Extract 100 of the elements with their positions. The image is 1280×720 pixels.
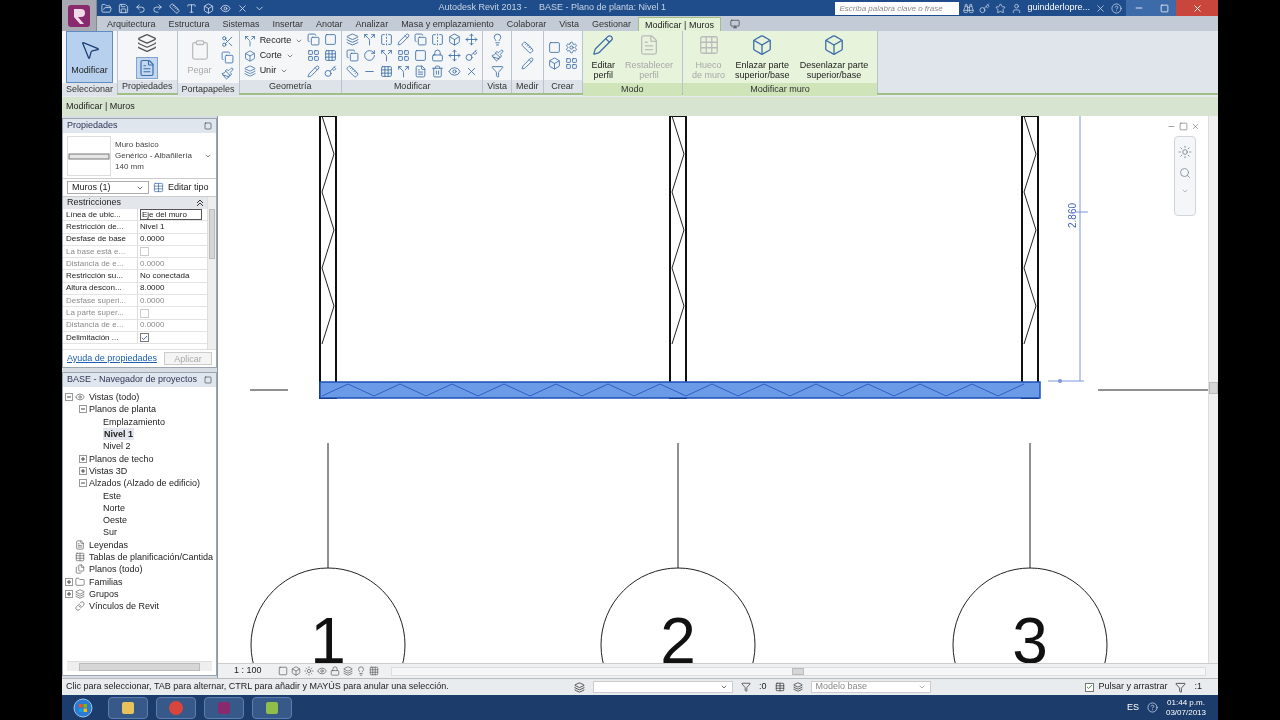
restore-icon[interactable] — [204, 122, 212, 130]
move-icon[interactable] — [448, 49, 462, 62]
mirror-icon[interactable] — [380, 33, 394, 46]
grid-icon[interactable] — [368, 666, 379, 676]
ribbon-button[interactable]: Editar perfil — [586, 31, 621, 83]
key-icon[interactable] — [979, 2, 991, 14]
grid-icon[interactable] — [380, 65, 394, 78]
properties-icon[interactable] — [138, 58, 157, 77]
scrollbar[interactable] — [207, 197, 216, 349]
tree-item[interactable]: Emplazamiento — [103, 415, 166, 428]
ribbon-button[interactable]: Recorte — [243, 34, 304, 47]
type-selector[interactable]: Muro básico Genérico - Albañilería 140 mm — [63, 133, 216, 179]
collapse-icon[interactable] — [79, 479, 87, 488]
array-icon[interactable] — [397, 49, 411, 62]
tree-item[interactable]: Familias — [89, 575, 123, 588]
restore-icon[interactable] — [204, 376, 212, 384]
ribbon-button[interactable]: Modificar — [66, 31, 113, 83]
paintbrush-icon[interactable] — [490, 49, 504, 62]
undo-icon[interactable] — [135, 2, 146, 14]
ribbon-button[interactable]: Desenlazar parte superior/base — [794, 31, 874, 83]
eye-icon[interactable] — [220, 2, 231, 14]
rotate-icon[interactable] — [363, 49, 377, 62]
folder-icon[interactable] — [101, 2, 112, 14]
split-icon[interactable] — [397, 65, 411, 78]
taskbar-button[interactable] — [156, 696, 196, 719]
lightbulb-icon[interactable] — [355, 666, 366, 676]
minimize-button[interactable] — [1126, 0, 1152, 16]
grid-icon[interactable] — [564, 57, 578, 70]
ribbon-tab[interactable]: Analizar — [349, 17, 395, 31]
square-icon[interactable] — [324, 33, 338, 46]
pencil-icon[interactable] — [397, 33, 411, 46]
property-checkbox[interactable] — [140, 333, 149, 343]
filter-icon[interactable] — [1175, 681, 1187, 693]
copy-icon[interactable] — [307, 33, 321, 46]
save-icon[interactable] — [118, 2, 129, 14]
delete-icon[interactable] — [431, 65, 445, 78]
grid-bubble[interactable] — [250, 442, 406, 663]
zoom-icon[interactable] — [1179, 167, 1191, 179]
view-scale[interactable]: 1 : 100 — [218, 664, 278, 678]
grid-icon[interactable] — [324, 49, 338, 62]
taskbar-button[interactable] — [204, 696, 244, 719]
property-value[interactable]: No conectada — [140, 270, 190, 283]
panel-toggle-icon[interactable] — [729, 19, 740, 29]
ribbon-tab[interactable]: Sistemas — [216, 17, 266, 31]
document-icon[interactable] — [414, 65, 428, 78]
ribbon-tab[interactable]: Gestionar — [586, 17, 638, 31]
worksets-icon[interactable] — [574, 681, 585, 693]
help-icon[interactable] — [1111, 2, 1122, 14]
help-link[interactable]: Ayuda de propiedades — [67, 351, 157, 366]
caret-icon[interactable] — [1181, 187, 1189, 195]
model-dropdown[interactable]: Modelo base — [810, 681, 931, 693]
user-menu[interactable]: guindderlopre... — [1027, 1, 1090, 15]
pencil-icon[interactable] — [307, 65, 321, 78]
close-icon[interactable] — [1191, 122, 1200, 131]
property-value[interactable]: 8.0000 — [140, 282, 165, 295]
grid-bubble[interactable] — [952, 442, 1108, 663]
ribbon-tab[interactable]: Anotar — [310, 17, 349, 31]
tree-item[interactable]: Planos (todo) — [89, 563, 143, 576]
edit-type-button[interactable]: Editar tipo — [168, 180, 209, 195]
drag-checkbox[interactable] — [1085, 682, 1095, 692]
ruler-icon[interactable] — [346, 65, 360, 78]
ribbon-tab[interactable]: Vista — [553, 17, 586, 31]
redo-icon[interactable] — [152, 2, 163, 14]
ribbon-button[interactable]: Unir — [243, 64, 304, 77]
paintbrush-icon[interactable] — [220, 66, 234, 80]
binoculars-icon[interactable] — [963, 2, 975, 14]
tree-item[interactable]: Tablas de planificación/Cantida — [89, 551, 214, 563]
scrollbar[interactable] — [390, 666, 1206, 676]
ribbon-button[interactable]: Corte — [243, 49, 304, 62]
ribbon-tab[interactable]: Arquitectura — [101, 17, 162, 31]
collapse-icon[interactable] — [65, 393, 73, 402]
ribbon-button[interactable]: Enlazar parte superior/base — [730, 31, 795, 83]
scissors-icon[interactable] — [220, 34, 234, 48]
ribbon-tab[interactable]: Estructura — [162, 17, 216, 31]
pencil-icon[interactable] — [520, 57, 534, 70]
ruler-icon[interactable] — [520, 41, 534, 54]
split-icon[interactable] — [363, 33, 377, 46]
scrollbar[interactable] — [1208, 116, 1218, 663]
split-icon[interactable] — [380, 49, 394, 62]
design-options-icon[interactable] — [774, 682, 785, 692]
category-dropdown[interactable]: Muros (1) — [67, 181, 149, 194]
gear-icon[interactable] — [564, 41, 578, 54]
language-indicator[interactable]: ES — [1126, 700, 1139, 715]
tree-item[interactable]: Sur — [103, 526, 117, 539]
square-icon[interactable] — [414, 49, 428, 62]
application-button[interactable] — [62, 0, 97, 31]
restore-icon[interactable] — [1179, 122, 1188, 131]
star-icon[interactable] — [995, 2, 1007, 14]
layers-icon[interactable] — [342, 666, 353, 676]
grid-bubble[interactable] — [600, 442, 756, 663]
property-value[interactable]: Nivel 1 — [140, 220, 165, 233]
tree-item[interactable]: Vistas 3D — [89, 464, 128, 477]
ribbon-tab[interactable]: Masa y emplazamiento — [395, 17, 500, 31]
help-icon[interactable] — [1146, 702, 1158, 713]
tree-item[interactable]: Planos de planta — [89, 403, 157, 416]
cube-icon[interactable] — [547, 57, 561, 70]
maximize-button[interactable] — [1152, 0, 1176, 16]
expand-icon[interactable] — [65, 589, 73, 598]
tree-item[interactable]: Alzados (Alzado de edificio) — [89, 477, 201, 490]
taskbar-button[interactable] — [252, 696, 292, 719]
